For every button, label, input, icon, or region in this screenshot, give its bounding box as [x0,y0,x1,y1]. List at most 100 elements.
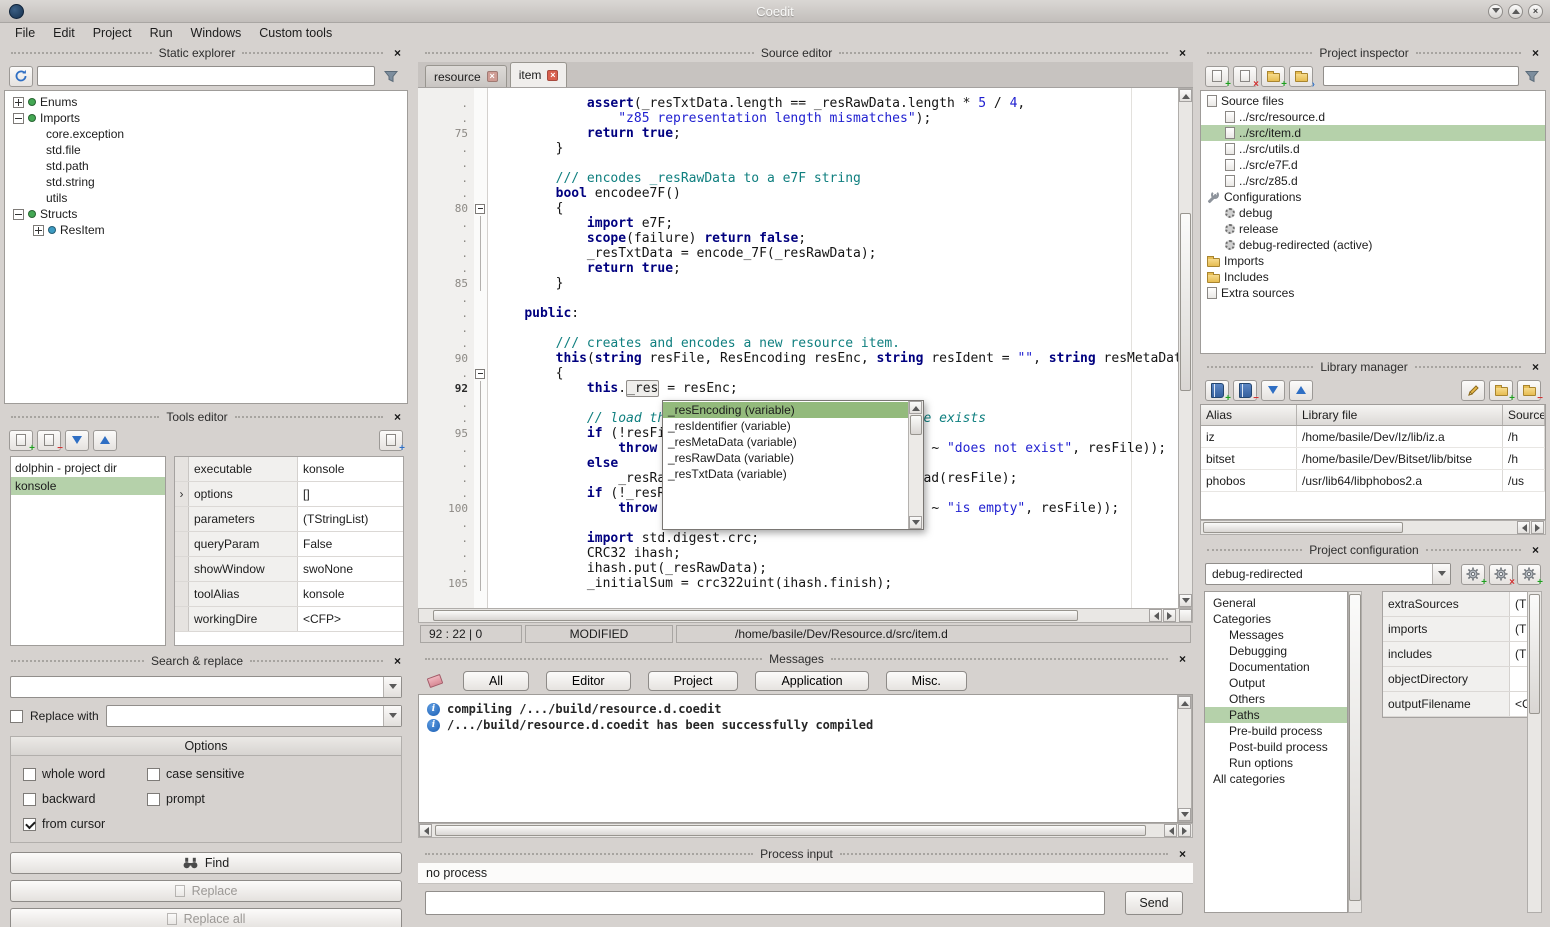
property-value[interactable]: [] [298,482,403,506]
tree-item-src-e7f-d[interactable]: ../src/e7F.d [1201,157,1545,173]
property-value[interactable]: (TStringList) [1510,592,1527,616]
filter-options-button[interactable] [379,66,403,87]
message-line[interactable]: icompiling /.../build/resource.d.coedit [427,701,1184,717]
tree-item-release[interactable]: release [1201,221,1545,237]
categories-scrollbar[interactable] [1348,591,1362,913]
collapse-icon[interactable] [13,209,24,220]
tree-item-debug[interactable]: debug [1201,205,1545,221]
tree-item-enums[interactable]: Enums [5,94,407,110]
tree-item-post-build-process[interactable]: Post-build process [1205,739,1347,755]
completion-item-resencoding-variable[interactable]: _resEncoding (variable) [663,402,909,418]
library-horizontal-scrollbar[interactable] [1200,520,1546,535]
property-value[interactable] [1510,667,1527,691]
code-line[interactable]: scope(failure) return false; [493,231,1178,246]
code-line[interactable]: return true; [493,261,1178,276]
scroll-up-button[interactable] [1178,696,1191,709]
replace-with-checkbox[interactable] [10,710,23,723]
scroll-left-button[interactable] [419,824,432,837]
close-panel-button[interactable]: × [390,654,405,668]
filter-application-button[interactable]: Application [755,671,868,691]
code-line[interactable]: ihash.put(_resRawData); [493,561,1178,576]
property-value[interactable]: False [298,532,403,556]
code-line[interactable]: { [493,366,1178,381]
dropdown-button[interactable] [383,706,401,726]
tree-item-debugging[interactable]: Debugging [1205,643,1347,659]
close-panel-button[interactable]: × [1175,652,1190,666]
code-line[interactable]: } [493,276,1178,291]
list-item-dolphin-project-dir[interactable]: dolphin - project dir [11,459,165,477]
tree-item-run-options[interactable]: Run options [1205,755,1347,771]
symbol-filter-input[interactable] [37,66,375,86]
menu-project[interactable]: Project [84,24,141,42]
completion-item-resrawdata-variable[interactable]: _resRawData (variable) [663,450,909,466]
code-area[interactable]: assert(_resTxtData.length == _resRawData… [488,88,1178,608]
expand-icon[interactable] [33,225,44,236]
search-combobox[interactable] [10,676,402,698]
code-line[interactable]: import std.digest.crc; [493,531,1178,546]
close-panel-button[interactable]: × [1528,360,1543,374]
property-value[interactable]: konsole [298,457,403,481]
fold-icon[interactable] [473,201,487,216]
tree-item-pre-build-process[interactable]: Pre-build process [1205,723,1347,739]
editor-vertical-scrollbar[interactable] [1178,88,1193,608]
list-item-konsole[interactable]: konsole [11,477,165,495]
scroll-right-button[interactable] [1178,824,1191,837]
scroll-up-button[interactable] [1179,89,1192,102]
scroll-right-button[interactable] [1163,609,1176,622]
configuration-selector[interactable]: debug-redirected [1205,563,1451,585]
scroll-down-button[interactable] [909,516,922,529]
code-line[interactable]: return true; [493,126,1178,141]
code-line[interactable]: this._res = resEnc; [493,381,1178,396]
code-line[interactable]: public: [493,306,1178,321]
property-value[interactable]: <CPN> [1510,692,1527,716]
property-row[interactable]: queryParamFalse [175,532,403,557]
tree-item-src-utils-d[interactable]: ../src/utils.d [1201,141,1545,157]
tree-item-categories[interactable]: Categories [1205,611,1347,627]
completion-item-restxtdata-variable[interactable]: _resTxtData (variable) [663,466,909,482]
edit-library-button[interactable] [1461,380,1485,401]
tree-item-std-file[interactable]: std.file [5,142,407,158]
library-sources-button[interactable]: − [1517,380,1541,401]
tree-item-configurations[interactable]: Configurations [1201,189,1545,205]
tab-resource[interactable]: resource× [425,65,507,87]
menu-custom-tools[interactable]: Custom tools [250,24,341,42]
completion-scrollbar[interactable] [908,401,923,529]
move-tool-down-button[interactable] [65,430,89,451]
scroll-left-button[interactable] [1517,521,1530,534]
editor-body[interactable]: ..75....80....85....90.92..95....100....… [418,88,1193,608]
code-line[interactable] [493,156,1178,171]
checkbox-from-cursor[interactable]: from cursor [23,817,141,831]
checkbox-backward[interactable]: backward [23,792,141,806]
close-panel-button[interactable]: × [1175,847,1190,861]
add-tool-button[interactable]: + [9,430,33,451]
property-value[interactable]: (TStringList) [1510,642,1527,666]
property-value[interactable]: (TStringList) [1510,617,1527,641]
code-line[interactable]: /// creates and encodes a new resource i… [493,336,1178,351]
tree-item-imports[interactable]: Imports [1201,253,1545,269]
tree-item-output[interactable]: Output [1205,675,1347,691]
tree-item-utils[interactable]: utils [5,190,407,206]
library-from-folder-button[interactable]: + [1489,380,1513,401]
library-row-bitset[interactable]: bitset/home/basile/Dev/Bitset/lib/bitse/… [1201,448,1545,470]
property-value[interactable]: konsole [298,582,403,606]
close-window-button[interactable]: × [1528,4,1543,19]
tree-item-imports[interactable]: Imports [5,110,407,126]
tree-item-messages[interactable]: Messages [1205,627,1347,643]
dropdown-button[interactable] [1432,564,1450,584]
library-row-phobos[interactable]: phobos/usr/lib64/libphobos2.a/us [1201,470,1545,492]
tree-item-std-string[interactable]: std.string [5,174,407,190]
editor-horizontal-scrollbar[interactable] [418,608,1193,623]
fold-icon[interactable] [473,366,487,381]
close-panel-button[interactable]: × [1528,46,1543,60]
tree-item-src-item-d[interactable]: ../src/item.d [1201,125,1545,141]
tree-item-core-exception[interactable]: core.exception [5,126,407,142]
code-line[interactable]: _initialSum = crc322uint(ihash.finish); [493,576,1178,591]
code-line[interactable]: _resTxtData = encode_7F(_resRawData); [493,246,1178,261]
completion-item-residentifier-variable[interactable]: _resIdentifier (variable) [663,418,909,434]
filter-project-button[interactable]: Project [648,671,739,691]
search-input[interactable] [11,677,383,697]
move-library-down-button[interactable] [1261,380,1285,401]
menu-file[interactable]: File [6,24,44,42]
tree-item-paths[interactable]: Paths [1205,707,1347,723]
column-header-alias[interactable]: Alias [1201,405,1297,425]
